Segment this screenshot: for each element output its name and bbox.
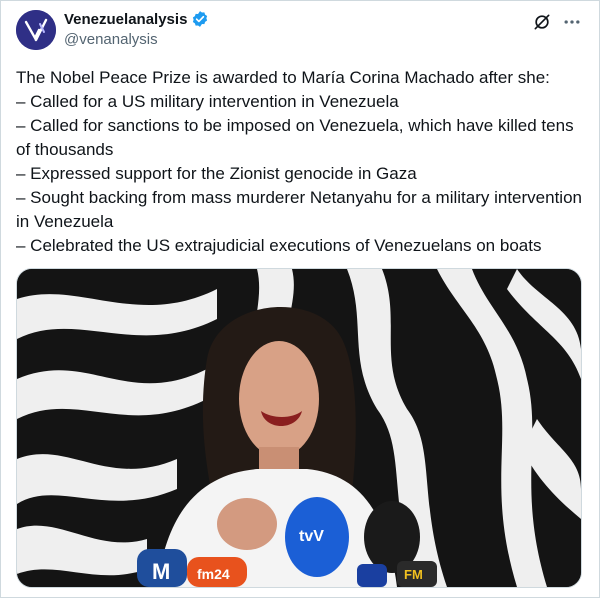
verified-badge-icon[interactable]: [191, 10, 209, 28]
post-line: – Called for a US military intervention …: [16, 92, 399, 111]
post-photo[interactable]: M fm24 tvV FM: [16, 268, 582, 588]
photo: M fm24 tvV FM: [17, 269, 581, 587]
name-row: Venezuelanalysis: [64, 10, 209, 28]
grok-icon[interactable]: [532, 12, 552, 32]
svg-text:tvV: tvV: [299, 528, 324, 545]
handle[interactable]: @venanalysis: [64, 31, 158, 48]
avatar[interactable]: [16, 10, 56, 50]
post-actions: [532, 12, 582, 32]
display-name[interactable]: Venezuelanalysis: [64, 11, 187, 28]
post-line: – Sought backing from mass murderer Neta…: [16, 188, 582, 231]
post-line: – Celebrated the US extrajudicial execut…: [16, 236, 542, 255]
svg-text:FM: FM: [404, 567, 423, 582]
svg-text:fm24: fm24: [197, 566, 230, 582]
post-line: – Expressed support for the Zionist geno…: [16, 164, 417, 183]
svg-text:M: M: [152, 559, 170, 584]
post-text: The Nobel Peace Prize is awarded to Marí…: [16, 66, 584, 258]
post-line: The Nobel Peace Prize is awarded to Marí…: [16, 68, 550, 87]
more-icon[interactable]: [562, 12, 582, 32]
logo-icon: [16, 10, 56, 50]
post-line: – Called for sanctions to be imposed on …: [16, 116, 574, 159]
